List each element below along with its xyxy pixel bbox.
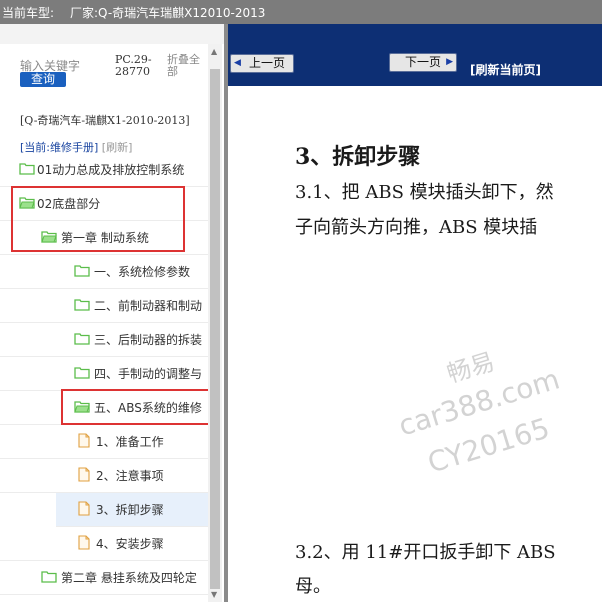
- paragraph-line: 3.2、用 11#开口扳手卸下 ABS: [295, 542, 556, 563]
- scroll-down-icon[interactable]: ▼: [211, 590, 217, 599]
- tree-item-label: 2、注意事项: [96, 469, 164, 483]
- paragraph-line: 子向箭头方向推，ABS 模块插: [295, 217, 538, 238]
- title-bar: 当前车型: 厂家:Q-奇瑞汽车瑞麒X12010-2013: [0, 0, 602, 24]
- paragraph-line: 母。: [295, 576, 331, 597]
- tree-item-label: 三、后制动器的拆装: [94, 333, 203, 347]
- tree-item[interactable]: 四、手制动的调整与: [0, 357, 208, 391]
- tree-item-label: 4、安装步骤: [96, 537, 164, 551]
- folder-icon: [74, 264, 90, 280]
- sidebar-top-strip: [0, 24, 224, 44]
- folder-icon: [41, 570, 57, 586]
- highlight-box-abs: [61, 389, 216, 425]
- tree-item-label: 第二章 悬挂系统及四轮定: [61, 571, 197, 585]
- sidebar: 输入关键字 查询 PC.29-28770 折叠全部 [Q-奇瑞汽车-瑞麒X1-2…: [0, 24, 224, 602]
- prev-page-button[interactable]: ◀ 上一页: [230, 54, 294, 73]
- tree-item[interactable]: 2、注意事项: [0, 459, 208, 493]
- car-model-label: 当前车型:: [2, 6, 55, 20]
- sidebar-scrollbar[interactable]: ▲ ▼: [208, 44, 222, 602]
- tree-item[interactable]: 01动力总成及排放控制系统: [0, 153, 208, 187]
- scrollbar-thumb[interactable]: [210, 69, 220, 589]
- tree-item-selected[interactable]: 3、拆卸步骤: [56, 493, 208, 527]
- paragraph-line: 3.1、把 ABS 模块插头卸下，然: [295, 182, 554, 203]
- tree-item-label: 一、系统检修参数: [94, 265, 191, 279]
- tree-item[interactable]: 第二章 悬挂系统及四轮定: [0, 561, 208, 595]
- toolbar: ◀ 上一页 下一页 ▶ [刷新当前页]: [228, 24, 602, 86]
- page-icon: [78, 501, 90, 519]
- next-page-label: 下一页: [404, 55, 441, 69]
- tree-item-label: 3、拆卸步骤: [96, 503, 164, 517]
- refresh-page-link[interactable]: [刷新当前页]: [470, 61, 541, 78]
- page-icon: [78, 433, 90, 451]
- tree-item[interactable]: 二、前制动器和制动: [0, 289, 208, 323]
- prev-page-label: 上一页: [248, 56, 285, 70]
- current-model: [Q-奇瑞汽车-瑞麒X1-2010-2013]: [20, 114, 190, 127]
- collapse-all-link[interactable]: 折叠全部: [167, 54, 207, 78]
- tree-item[interactable]: 一、系统检修参数: [0, 255, 208, 289]
- tree-item-label: 二、前制动器和制动: [94, 299, 203, 313]
- page-icon: [78, 467, 90, 485]
- folder-icon: [74, 366, 90, 382]
- car-maker-text: 厂家:Q-奇瑞汽车瑞麒X12010-2013: [70, 6, 266, 20]
- highlight-box-chassis: [11, 186, 185, 252]
- document-pane: ◀ 上一页 下一页 ▶ [刷新当前页] 3、拆卸步骤 3.1、把 ABS 模块插…: [228, 24, 602, 602]
- arrow-left-icon: ◀: [234, 58, 241, 68]
- folder-icon: [74, 298, 90, 314]
- tree-item[interactable]: 4、安装步骤: [0, 527, 208, 561]
- tree-item-label: 四、手制动的调整与: [94, 367, 203, 381]
- folder-icon: [19, 162, 35, 178]
- tree-item[interactable]: 三、后制动器的拆装: [0, 323, 208, 357]
- next-page-button[interactable]: 下一页 ▶: [389, 53, 457, 72]
- manual-page: 3、拆卸步骤 3.1、把 ABS 模块插头卸下，然 子向箭头方向推，ABS 模块…: [228, 86, 602, 602]
- scroll-up-icon[interactable]: ▲: [211, 47, 217, 56]
- folder-icon: [74, 332, 90, 348]
- tree-item[interactable]: 1、准备工作: [0, 425, 208, 459]
- search-button[interactable]: 查询: [20, 72, 66, 87]
- page-icon: [78, 535, 90, 553]
- tree-item-label: 1、准备工作: [96, 435, 164, 449]
- tree-item-label: 01动力总成及排放控制系统: [37, 163, 185, 177]
- section-heading: 3、拆卸步骤: [295, 144, 421, 170]
- arrow-right-icon: ▶: [446, 57, 453, 67]
- pc-code: PC.29-28770: [115, 53, 152, 78]
